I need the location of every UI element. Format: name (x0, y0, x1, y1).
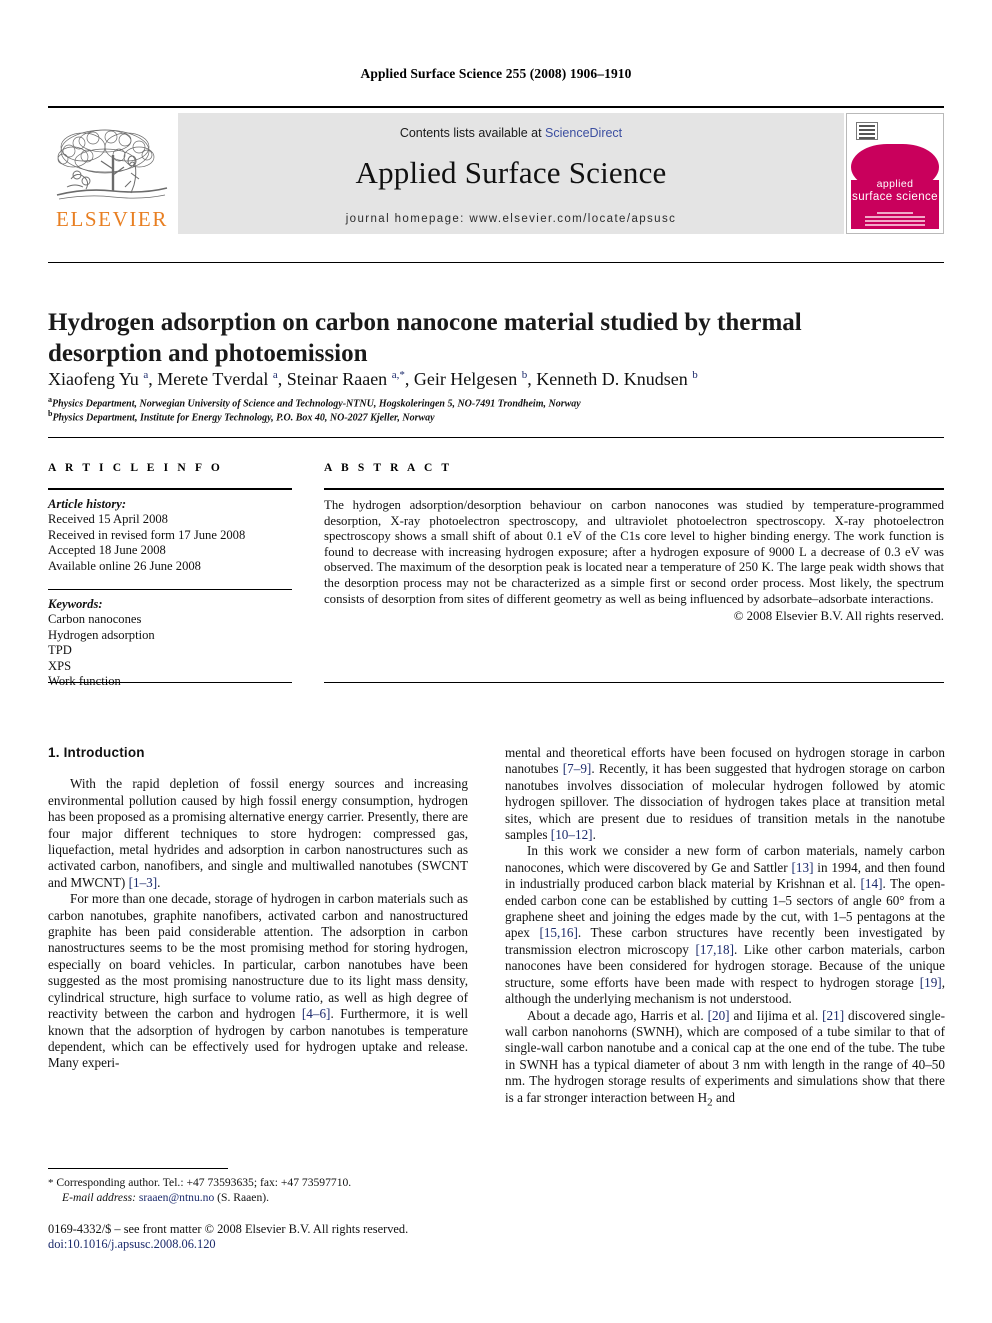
keyword-item: XPS (48, 658, 72, 673)
paper-page: Applied Surface Science 255 (2008) 1906–… (0, 0, 992, 1323)
body-column-right: mental and theoretical efforts have been… (505, 745, 945, 1111)
footer-doi[interactable]: doi:10.1016/j.apsusc.2008.06.120 (48, 1237, 488, 1252)
affiliation-b: bPhysics Department, Institute for Energ… (48, 407, 928, 424)
history-item: Available online 26 June 2008 (48, 558, 201, 573)
paragraph: With the rapid depletion of fossil energ… (48, 776, 468, 891)
citation-ref[interactable]: [15,16] (539, 925, 577, 940)
cover-title-line1: applied (876, 178, 914, 190)
citation-ref[interactable]: [14] (861, 876, 883, 891)
paragraph-text: and (712, 1089, 735, 1105)
keyword-item: Hydrogen adsorption (48, 627, 155, 642)
citation-ref[interactable]: [20] (708, 1008, 730, 1023)
elsevier-tree-icon (56, 129, 168, 200)
abstract-rule-bottom (324, 682, 944, 683)
journal-masthead: ELSEVIER Contents lists available at Sci… (48, 106, 944, 234)
citation-ref[interactable]: [10–12] (551, 827, 593, 842)
abstract-column: A B S T R A C T The hydrogen adsorption/… (324, 462, 944, 624)
contents-list-line: Contents lists available at ScienceDirec… (178, 126, 844, 140)
citation-ref[interactable]: [4–6] (302, 1006, 331, 1021)
footnote-block: * Corresponding author. Tel.: +47 735936… (48, 1176, 468, 1205)
cover-title-line2: surface science (852, 191, 938, 203)
article-history-label: Article history: (48, 497, 127, 511)
paragraph: In this work we consider a new form of c… (505, 843, 945, 1007)
email-link[interactable]: sraaen@ntnu.no (139, 1191, 214, 1204)
citation-ref[interactable]: [7–9] (563, 761, 592, 776)
history-item: Accepted 18 June 2008 (48, 543, 166, 558)
author-list: Xiaofeng Yu a, Merete Tverdal a, Steinar… (48, 369, 698, 389)
section-heading-introduction: 1. Introduction (48, 745, 145, 760)
elsevier-logo: ELSEVIER (48, 113, 176, 234)
citation-ref[interactable]: [19] (920, 975, 942, 990)
footnote-marker: * (48, 1177, 54, 1189)
citation-ref[interactable]: [13] (791, 860, 813, 875)
paragraph-text: and Iijima et al. (729, 1007, 823, 1023)
paragraph: For more than one decade, storage of hyd… (48, 891, 468, 1071)
keywords-block: Keywords: Carbon nanocones Hydrogen adso… (48, 590, 292, 689)
corresponding-author-text: Corresponding author. Tel.: +47 73593635… (56, 1176, 352, 1189)
paragraph-text: About a decade ago, Harris et al. (527, 1007, 708, 1023)
citation-ref[interactable]: [21] (822, 1008, 844, 1023)
footnote-rule (48, 1168, 228, 1169)
paragraph-text: With the rapid depletion of fossil energ… (48, 776, 468, 890)
title-bottom-rule (48, 437, 944, 438)
paragraph-text: . (592, 827, 596, 843)
journal-title: Applied Surface Science (355, 155, 667, 190)
article-info-heading: A R T I C L E I N F O (48, 462, 223, 474)
history-item: Received in revised form 17 June 2008 (48, 527, 246, 542)
abstract-text: The hydrogen adsorption/desorption behav… (324, 498, 944, 606)
contents-prefix-text: Contents lists available at (399, 126, 546, 140)
citation-ref[interactable]: [1–3] (129, 875, 158, 890)
paragraph: About a decade ago, Harris et al. [20] a… (505, 1008, 945, 1111)
keyword-item: TPD (48, 643, 72, 658)
page-title: Hydrogen adsorption on carbon nanocone m… (48, 308, 802, 367)
citation-ref[interactable]: [17,18] (696, 942, 734, 957)
running-head: Applied Surface Science 255 (2008) 1906–… (360, 66, 632, 81)
cover-footer-mark (877, 212, 913, 220)
article-history-block: Article history: Received 15 April 2008 … (48, 490, 292, 574)
affiliation-b-text: Physics Department, Institute for Energy… (52, 412, 435, 424)
abstract-heading: A B S T R A C T (324, 462, 453, 474)
article-info-rule-bottom (48, 682, 292, 683)
paragraph-text: For more than one decade, storage of hyd… (48, 891, 468, 1022)
abstract-copyright: © 2008 Elsevier B.V. All rights reserved… (733, 609, 944, 624)
email-note: E-mail address: sraaen@ntnu.no (S. Raaen… (48, 1191, 468, 1206)
body-column-left: 1. Introduction With the rapid depletion… (48, 745, 468, 1072)
paragraph: mental and theoretical efforts have been… (505, 745, 945, 843)
journal-homepage-link[interactable]: journal homepage: www.elsevier.com/locat… (178, 213, 844, 225)
cover-publisher-logo-icon (856, 122, 878, 140)
footer-copyright: 0169-4332/$ – see front matter © 2008 El… (48, 1222, 409, 1236)
history-item: Received 15 April 2008 (48, 512, 168, 527)
masthead-center-band: Contents lists available at ScienceDirec… (178, 113, 844, 234)
sciencedirect-link[interactable]: ScienceDirect (545, 126, 622, 140)
elsevier-wordmark: ELSEVIER (56, 207, 168, 231)
email-label: E-mail address: (62, 1190, 136, 1204)
title-top-rule (48, 262, 944, 263)
journal-cover-thumbnail: applied surface science (846, 113, 944, 234)
keywords-label: Keywords: (48, 597, 103, 612)
article-info-column: A R T I C L E I N F O Article history: R… (48, 462, 292, 689)
paragraph-text: . (157, 874, 161, 890)
email-owner: (S. Raaen). (217, 1190, 270, 1204)
keyword-item: Carbon nanocones (48, 612, 142, 627)
corresponding-author-note: * Corresponding author. Tel.: +47 735936… (48, 1176, 468, 1191)
